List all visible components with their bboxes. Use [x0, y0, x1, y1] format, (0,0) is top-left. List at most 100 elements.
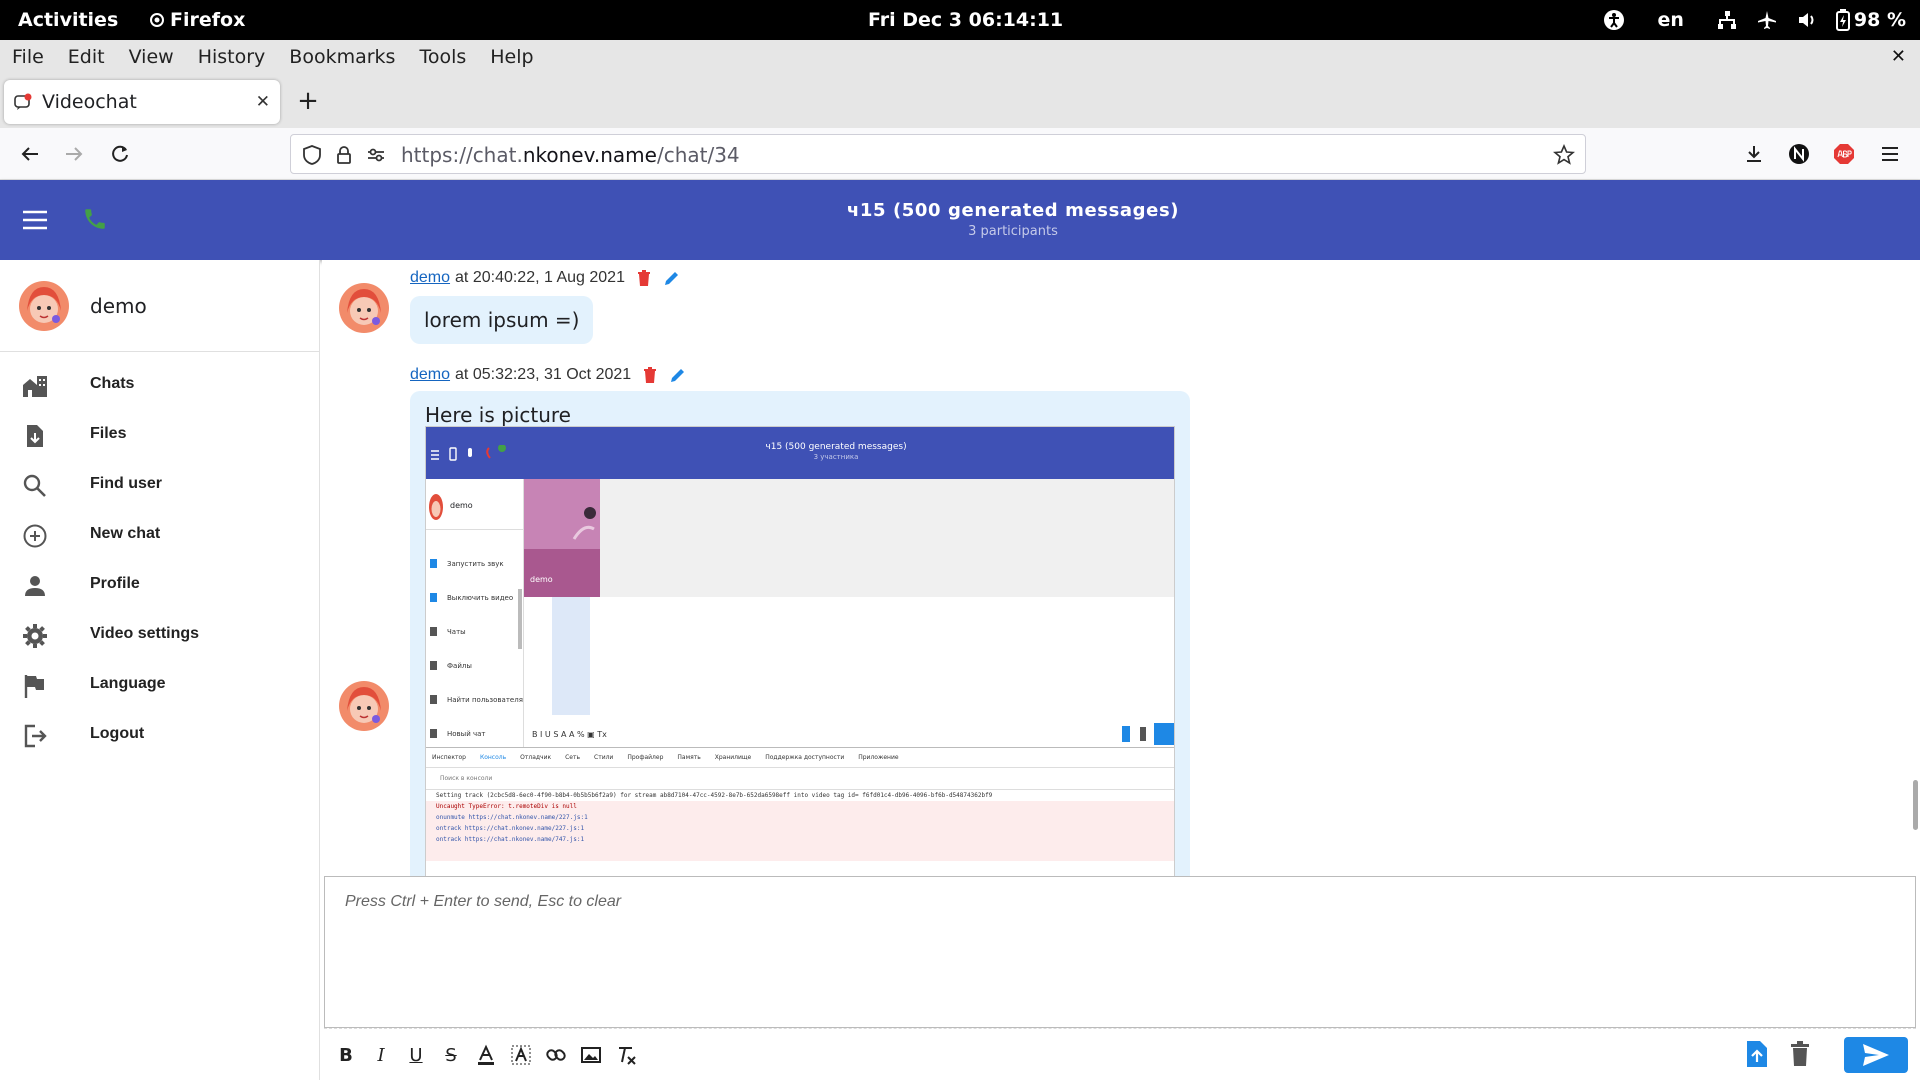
menu-view[interactable]: View: [117, 46, 186, 68]
image-side-item: Новый чат: [430, 729, 485, 738]
sidebar-item-label: Language: [90, 675, 166, 692]
edit-pencil-icon[interactable]: [669, 366, 687, 384]
sidebar-item-language[interactable]: Language: [0, 660, 319, 710]
language-indicator[interactable]: en: [1657, 9, 1683, 31]
sidebar-item-new-chat[interactable]: New chat: [0, 510, 319, 560]
url-text[interactable]: https://chat.nkonev.name/chat/34: [401, 143, 740, 167]
sidebar-item-chats[interactable]: Chats: [0, 360, 319, 410]
bold-button[interactable]: B: [334, 1043, 358, 1067]
gear-icon: [23, 624, 47, 648]
clear-format-icon: [619, 1047, 636, 1065]
sidebar-item-label: Video settings: [90, 625, 200, 642]
clear-input-button[interactable]: [1788, 1040, 1812, 1068]
message-list[interactable]: demo at 20:40:22, 1 Aug 2021 lorem ipsum…: [322, 260, 1920, 876]
link-button[interactable]: [544, 1043, 568, 1067]
user-name: demo: [90, 294, 147, 318]
chats-icon: [23, 376, 47, 397]
tab-title: Videochat: [42, 91, 137, 113]
sidebar-item-label: Files: [90, 425, 127, 442]
reload-button[interactable]: [106, 140, 134, 168]
delete-icon[interactable]: [635, 269, 653, 287]
download-icon: [1747, 146, 1761, 162]
sidebar-item-video-settings[interactable]: Video settings: [0, 610, 319, 660]
link-icon: [546, 1049, 566, 1061]
new-tab-button[interactable]: +: [294, 88, 322, 116]
text-color-button[interactable]: [474, 1043, 498, 1067]
sidebar-item-label: Profile: [90, 575, 140, 592]
sidebar-item-find-user[interactable]: Find user: [0, 460, 319, 510]
menu-history[interactable]: History: [186, 46, 278, 68]
highlight-button[interactable]: [509, 1043, 533, 1067]
message-avatar[interactable]: [339, 283, 389, 333]
message-bubble[interactable]: lorem ipsum =): [410, 296, 594, 344]
app-menu-button[interactable]: [1876, 140, 1904, 168]
activities-button[interactable]: Activities: [18, 9, 118, 31]
menu-tools[interactable]: Tools: [407, 46, 478, 68]
image-video-tile: demo: [524, 479, 600, 597]
strikethrough-button[interactable]: S: [439, 1043, 463, 1067]
menu-file[interactable]: File: [0, 46, 56, 68]
plus-circle-icon: [23, 524, 47, 548]
sidebar-user[interactable]: demo: [0, 260, 319, 352]
svg-text:B I U S A A % ▣ Tx: B I U S A A % ▣ Tx: [532, 730, 607, 739]
adblock-icon: [1834, 144, 1854, 164]
extension-n-button[interactable]: [1785, 140, 1813, 168]
tab-close-icon[interactable]: ✕: [256, 92, 270, 112]
italic-button[interactable]: I: [369, 1043, 393, 1067]
forward-arrow-icon: [66, 147, 83, 161]
menu-edit[interactable]: Edit: [56, 46, 117, 68]
lock-icon[interactable]: [333, 144, 355, 166]
downloads-button[interactable]: [1740, 140, 1768, 168]
back-arrow-icon: [21, 147, 38, 161]
shield-icon[interactable]: [301, 144, 323, 166]
clear-format-button[interactable]: [614, 1043, 638, 1067]
formatting-toolbar: B I U S: [324, 1028, 1916, 1080]
system-tray[interactable]: en 98 %: [1603, 6, 1906, 34]
send-button[interactable]: [1844, 1037, 1908, 1073]
message-author[interactable]: demo: [410, 366, 450, 384]
bookmark-star-icon[interactable]: [1553, 144, 1575, 166]
firefox-icon: [150, 13, 164, 27]
image-log-line: Setting track (2cbc5d8-6ec0-4f90-b8b4-0b…: [436, 792, 993, 799]
delete-icon[interactable]: [641, 366, 659, 384]
message-avatar[interactable]: [339, 681, 389, 731]
image-error-block: Uncaught TypeError: t.remoteDiv is null …: [426, 801, 1174, 861]
url-domain: nkonev.name: [522, 143, 657, 167]
forward-button[interactable]: [60, 140, 88, 168]
underline-button[interactable]: U: [404, 1043, 428, 1067]
message-input[interactable]: Press Ctrl + Enter to send, Esc to clear: [324, 876, 1916, 1028]
sidebar-item-profile[interactable]: Profile: [0, 560, 319, 610]
sidebar-item-logout[interactable]: Logout: [0, 710, 319, 760]
sidebar-item-label: New chat: [90, 525, 161, 542]
address-bar[interactable]: https://chat.nkonev.name/chat/34: [290, 134, 1586, 174]
permissions-icon[interactable]: [365, 144, 387, 166]
app-name: Firefox: [170, 9, 246, 31]
adblock-button[interactable]: [1830, 140, 1858, 168]
image-user-name: demo: [450, 501, 473, 510]
menu-help[interactable]: Help: [478, 46, 545, 68]
app-bar: ч15 (500 generated messages) 3 participa…: [0, 180, 1920, 260]
messages-scrollbar[interactable]: [1913, 780, 1918, 830]
clock[interactable]: Fri Dec 3 06:14:11: [868, 9, 1063, 31]
edit-pencil-icon[interactable]: [663, 269, 681, 287]
menu-bookmarks[interactable]: Bookmarks: [277, 46, 407, 68]
app-menu[interactable]: Firefox: [150, 9, 245, 31]
chat-title[interactable]: ч15 (500 generated messages): [0, 200, 1920, 221]
window-close-icon[interactable]: ✕: [1891, 46, 1906, 67]
image-button[interactable]: [579, 1043, 603, 1067]
attach-file-button[interactable]: [1744, 1040, 1770, 1068]
back-button[interactable]: [16, 140, 44, 168]
image-app-bar: ч15 (500 generated messages) 3 участника: [426, 427, 1174, 479]
image-side-item: Выключить видео: [430, 593, 513, 602]
flag-icon: [24, 675, 44, 698]
attached-image[interactable]: ч15 (500 generated messages) 3 участника …: [425, 426, 1175, 876]
participants-count[interactable]: 3 participants: [0, 224, 1920, 239]
sidebar-item-files[interactable]: Files: [0, 410, 319, 460]
sidebar: demo Chats Files Find user New chat Prof…: [0, 260, 320, 1080]
extension-n-icon: [1789, 144, 1809, 164]
battery-status: 98 %: [1835, 9, 1906, 31]
accessibility-icon[interactable]: [1603, 9, 1625, 31]
image-divider: [426, 529, 524, 530]
message-author[interactable]: demo: [410, 269, 450, 287]
tab-videochat[interactable]: Videochat ✕: [4, 80, 280, 124]
